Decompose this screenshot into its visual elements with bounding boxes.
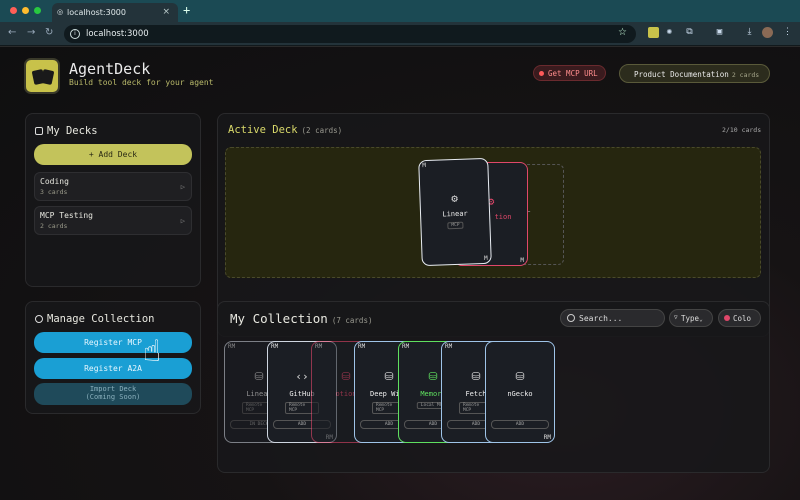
close-tab-icon[interactable]: × [162, 7, 170, 17]
extension-puzzle-icon[interactable]: ✺ [664, 27, 675, 38]
docs-count: 2 cards [731, 71, 760, 79]
site-info-icon[interactable]: i [70, 29, 80, 39]
add-deck-button[interactable]: + Add Deck [34, 144, 192, 165]
color-filter[interactable]: Colo [718, 309, 761, 327]
import-deck-note: (Coming Soon) [85, 393, 141, 401]
window-minimize-button[interactable] [22, 7, 29, 14]
collection-card-coingecko[interactable]: ⛁ nGecko ADD RM [485, 341, 555, 443]
new-tab-button[interactable]: + [183, 3, 190, 17]
card-corner: RM [543, 434, 551, 441]
url-text: localhost:3000 [86, 29, 149, 39]
deck-item-mcp-testing[interactable]: MCP Testing 2 cards ▷ [34, 206, 192, 235]
card-corner: RM [358, 343, 366, 350]
product-documentation-button[interactable]: Product Documentation 2 cards [619, 64, 770, 83]
collection-count: (7 cards) [331, 316, 373, 325]
play-icon[interactable]: ▷ [181, 183, 185, 191]
window-close-button[interactable] [10, 7, 17, 14]
manage-collection-title: Manage Collection [35, 313, 154, 325]
search-input[interactable]: Search... [560, 309, 665, 327]
deck-item-coding[interactable]: Coding 3 cards ▷ [34, 172, 192, 201]
card-corner: M [422, 161, 427, 170]
card-name: Linear [442, 209, 468, 219]
color-swatch-icon [724, 315, 730, 321]
code-icon: ‹› [295, 370, 309, 383]
add-card-button[interactable]: ADD [491, 420, 549, 429]
deck-count: 3 cards [40, 188, 68, 196]
search-placeholder: Search... [579, 314, 623, 323]
filter-icon: ▽ [674, 314, 678, 321]
card-tag: MCP [447, 221, 464, 230]
docs-label: Product Documentation [634, 70, 729, 79]
browser-tab[interactable]: ◎ localhost:3000 × [52, 3, 178, 22]
deck-name: MCP Testing [40, 211, 93, 220]
window-zoom-button[interactable] [34, 7, 41, 14]
card-corner: RM [271, 343, 279, 350]
app-logo [24, 58, 60, 94]
active-deck-count: (2 cards) [301, 126, 343, 135]
search-icon [567, 314, 575, 322]
reload-icon[interactable]: ↻ [45, 27, 53, 38]
profile-avatar[interactable] [762, 27, 773, 38]
active-card-linear[interactable]: M ⚙ Linear MCP M [418, 157, 492, 267]
sidepanel-icon[interactable]: ▣ [714, 27, 725, 38]
forward-icon[interactable]: → [27, 27, 35, 38]
deck-capacity: 2/10 cards [722, 126, 762, 134]
database-icon: ⛁ [428, 370, 438, 383]
address-bar[interactable]: i localhost:3000 ☆ [64, 25, 636, 43]
database-icon: ⛁ [341, 370, 351, 383]
my-decks-title: My Decks [35, 125, 98, 137]
play-icon[interactable]: ▷ [181, 217, 185, 225]
layers-icon [35, 127, 43, 135]
database-icon: ⛁ [515, 370, 525, 383]
extension-icon[interactable] [648, 27, 659, 38]
card-corner: M [483, 254, 488, 263]
database-icon: ⛁ [384, 370, 394, 383]
card-corner: RM [228, 343, 236, 350]
deck-name: Coding [40, 177, 69, 186]
bookmark-star-icon[interactable]: ☆ [618, 27, 627, 38]
import-deck-button[interactable]: Import Deck (Coming Soon) [34, 383, 192, 405]
brand-name: AgentDeck [69, 60, 151, 78]
download-icon[interactable]: ⤓ [744, 27, 755, 38]
hand-pointer-cursor-icon: ☝ [143, 334, 162, 369]
gear-icon: ⚙ [450, 191, 459, 206]
chevron-down-icon: ⌄ [699, 316, 703, 323]
browser-tab-bar: ◎ localhost:3000 × + [0, 0, 800, 22]
extensions-icon[interactable]: ⧉ [684, 27, 695, 38]
globe-icon: ◎ [57, 8, 64, 16]
database-icon: ⛁ [254, 370, 264, 383]
back-icon[interactable]: ← [8, 27, 16, 38]
browser-nav-bar: ← → ↻ i localhost:3000 ☆ ✺ ⧉ ▣ ⤓ ⋮ [0, 22, 800, 46]
get-mcp-url-button[interactable]: Get MCP URL [533, 65, 606, 81]
app-root: AgentDeck Build tool deck for your agent… [0, 47, 800, 500]
database-icon: ⛁ [471, 370, 481, 383]
my-collection-title: My Collection (7 cards) [230, 311, 373, 326]
register-a2a-button[interactable]: Register A2A [34, 358, 192, 379]
card-corner: RM [402, 343, 410, 350]
import-deck-label: Import Deck [89, 385, 137, 393]
card-corner: M [520, 257, 524, 264]
menu-icon[interactable]: ⋮ [782, 27, 793, 38]
register-mcp-button[interactable]: Register MCP [34, 332, 192, 353]
card-name: nGecko [507, 390, 533, 398]
type-filter[interactable]: ▽ Type⌄ [669, 309, 713, 327]
card-corner: RM [445, 343, 453, 350]
brand-tagline: Build tool deck for your agent [69, 78, 214, 87]
deck-count: 2 cards [40, 222, 68, 230]
tab-title: localhost:3000 [67, 8, 126, 17]
active-deck-title: Active Deck (2 cards) [228, 124, 343, 136]
card-corner: RM [315, 343, 323, 350]
settings-icon [35, 315, 43, 323]
